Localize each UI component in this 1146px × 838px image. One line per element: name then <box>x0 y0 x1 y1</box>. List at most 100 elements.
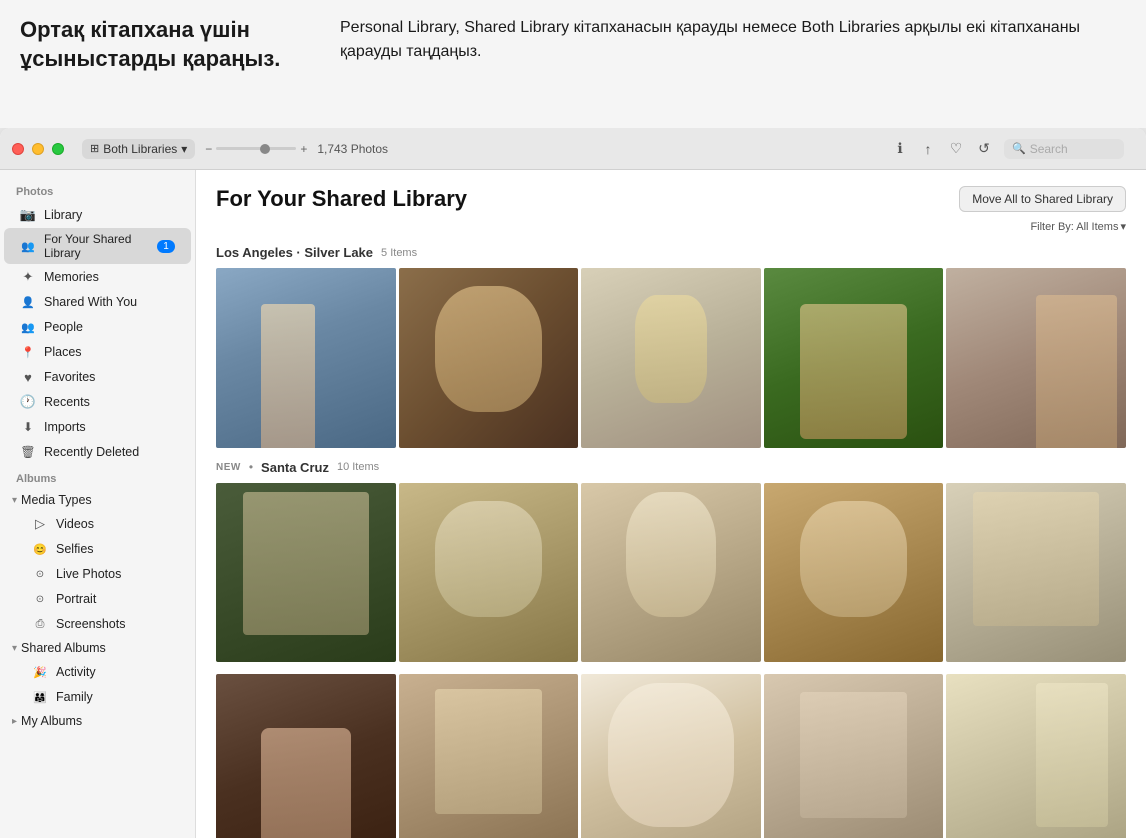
main-content: Photos 📷 Library 👥 For Your Shared Libra… <box>0 170 1146 838</box>
sidebar-item-recents[interactable]: 🕐 Recents <box>4 390 191 414</box>
photo-cell[interactable] <box>946 268 1126 448</box>
move-all-button[interactable]: Move All to Shared Library <box>959 186 1126 212</box>
share-icon[interactable]: ↑ <box>920 141 936 157</box>
photo-cell[interactable] <box>764 674 944 838</box>
filter-button[interactable]: Filter By: All Items ▾ <box>1030 220 1126 233</box>
media-types-chevron: ▾ <box>12 495 17 506</box>
sidebar-memories-label: Memories <box>44 270 99 284</box>
photo-cell[interactable] <box>399 268 579 448</box>
albums-section-label: Albums <box>0 465 195 489</box>
sidebar-group-shared-albums[interactable]: ▾ Shared Albums <box>0 637 195 659</box>
page-title: For Your Shared Library <box>216 186 467 212</box>
photo-cell[interactable] <box>216 268 396 448</box>
screenshots-icon: ⎙ <box>32 616 48 632</box>
sidebar-group-my-albums[interactable]: ▸ My Albums <box>0 710 195 732</box>
sidebar-for-shared-label: For Your Shared Library <box>44 232 149 260</box>
library-icon: 📷 <box>20 207 36 223</box>
sidebar-shared-with-you-label: Shared With You <box>44 295 137 309</box>
filter-chevron-icon: ▾ <box>1120 220 1126 233</box>
memories-icon: ✦ <box>20 269 36 285</box>
sidebar-media-types-label: Media Types <box>21 493 92 507</box>
filter-row: Filter By: All Items ▾ <box>216 220 1126 233</box>
photo-cell[interactable] <box>581 674 761 838</box>
videos-icon: ▷ <box>32 516 48 532</box>
sidebar-item-portrait[interactable]: ⊙ Portrait <box>4 587 191 611</box>
sidebar-group-media-types[interactable]: ▾ Media Types <box>0 489 195 511</box>
shared-albums-chevron: ▾ <box>12 643 17 654</box>
sidebar-item-activity[interactable]: 🎉 Activity <box>4 660 191 684</box>
recents-icon: 🕐 <box>20 394 36 410</box>
sidebar-item-live-photos[interactable]: ⊙ Live Photos <box>4 562 191 586</box>
people-icon: 👥 <box>20 319 36 335</box>
sidebar-item-library[interactable]: 📷 Library <box>4 203 191 227</box>
sidebar-item-recently-deleted[interactable]: 🗑 Recently Deleted <box>4 440 191 464</box>
sidebar-shared-albums-label: Shared Albums <box>21 641 106 655</box>
sidebar-item-screenshots[interactable]: ⎙ Screenshots <box>4 612 191 636</box>
photo-cell[interactable] <box>399 483 579 663</box>
selfies-icon: 😊 <box>32 541 48 557</box>
photo-cell[interactable] <box>764 268 944 448</box>
section2-new-badge: NEW <box>216 462 241 473</box>
search-box[interactable]: 🔍 Search <box>1004 139 1124 159</box>
sidebar-people-label: People <box>44 320 83 334</box>
heart-icon[interactable]: ♡ <box>948 141 964 157</box>
sidebar-item-shared-with-you[interactable]: 👤 Shared With You <box>4 290 191 314</box>
sidebar-item-videos[interactable]: ▷ Videos <box>4 512 191 536</box>
sidebar-imports-label: Imports <box>44 420 86 434</box>
sidebar-item-favorites[interactable]: ♥ Favorites <box>4 365 191 389</box>
sidebar-item-people[interactable]: 👥 People <box>4 315 191 339</box>
sidebar-my-albums-label: My Albums <box>21 714 82 728</box>
info-icon[interactable]: ℹ <box>892 141 908 157</box>
toolbar: ⊞ Both Libraries ▾ − + 1,743 Photos ℹ ↑ … <box>72 139 1134 159</box>
sidebar-item-for-shared-library[interactable]: 👥 For Your Shared Library 1 <box>4 228 191 264</box>
photo-cell[interactable] <box>946 674 1126 838</box>
minimize-button[interactable] <box>32 143 44 155</box>
photo-count: 1,743 Photos <box>317 142 388 156</box>
photo-cell[interactable] <box>216 483 396 663</box>
section2-location: Santa Cruz <box>261 460 329 475</box>
tooltip-left: Ортақ кітапхана үшін ұсыныстарды қараңыз… <box>0 0 320 128</box>
zoom-minus-icon[interactable]: − <box>205 142 212 156</box>
maximize-button[interactable] <box>52 143 64 155</box>
section2-header: NEW • Santa Cruz 10 Items <box>216 460 1126 475</box>
zoom-plus-icon[interactable]: + <box>300 142 307 156</box>
dot-separator: • <box>249 460 253 474</box>
photo-cell[interactable] <box>581 483 761 663</box>
zoom-slider[interactable] <box>216 147 296 150</box>
places-icon: 📍 <box>20 344 36 360</box>
photo-area[interactable]: For Your Shared Library Move All to Shar… <box>196 170 1146 838</box>
sidebar-live-photos-label: Live Photos <box>56 567 121 581</box>
sidebar-item-places[interactable]: 📍 Places <box>4 340 191 364</box>
library-selector[interactable]: ⊞ Both Libraries ▾ <box>82 139 195 159</box>
section1-header: Los Angeles · Silver Lake 5 Items <box>216 245 1126 260</box>
sidebar-recents-label: Recents <box>44 395 90 409</box>
photo-cell[interactable] <box>399 674 579 838</box>
close-button[interactable] <box>12 143 24 155</box>
sidebar-library-label: Library <box>44 208 82 222</box>
sidebar-selfies-label: Selfies <box>56 542 94 556</box>
sidebar-item-memories[interactable]: ✦ Memories <box>4 265 191 289</box>
sidebar-item-imports[interactable]: ⬇ Imports <box>4 415 191 439</box>
photo-cell[interactable] <box>581 268 761 448</box>
sidebar: Photos 📷 Library 👥 For Your Shared Libra… <box>0 170 196 838</box>
activity-icon: 🎉 <box>32 664 48 680</box>
library-selector-label: Both Libraries <box>103 142 177 156</box>
sidebar-recently-deleted-label: Recently Deleted <box>44 445 139 459</box>
sidebar-places-label: Places <box>44 345 82 359</box>
recently-deleted-icon: 🗑 <box>20 444 36 460</box>
sidebar-family-label: Family <box>56 690 93 704</box>
sidebar-item-selfies[interactable]: 😊 Selfies <box>4 537 191 561</box>
section1-photo-grid <box>216 268 1126 448</box>
section1-count: 5 Items <box>381 247 417 259</box>
rotate-icon[interactable]: ↺ <box>976 141 992 157</box>
photo-cell[interactable] <box>946 483 1126 663</box>
sidebar-item-family[interactable]: 👨‍👩‍👧 Family <box>4 685 191 709</box>
live-photos-icon: ⊙ <box>32 566 48 582</box>
sidebar-portrait-label: Portrait <box>56 592 96 606</box>
search-placeholder: Search <box>1030 142 1068 156</box>
toolbar-icons: ℹ ↑ ♡ ↺ 🔍 Search <box>892 139 1124 159</box>
photo-cell[interactable] <box>216 674 396 838</box>
photo-cell[interactable] <box>764 483 944 663</box>
chevron-down-icon: ▾ <box>181 142 187 156</box>
tooltip-right: Personal Library, Shared Library кітапха… <box>320 0 1146 128</box>
